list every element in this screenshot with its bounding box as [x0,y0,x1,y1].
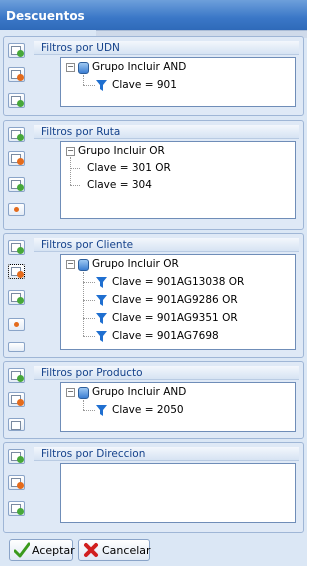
direccion-remove-filter-button[interactable] [8,475,25,490]
tree-group[interactable]: Grupo Incluir OR [92,258,179,270]
direccion-panel-header: Filtros por Direccion [34,447,299,461]
funnel-icon [96,295,107,306]
funnel-icon [96,331,107,342]
accept-button[interactable]: Aceptar [9,539,75,561]
funnel-icon [96,80,107,91]
expand-toggle[interactable]: − [66,388,75,397]
producto-edit-filter-button[interactable] [8,418,25,431]
section-udn: Filtros por UDN − Grupo Incluir AND Clav… [3,36,304,116]
cliente-more-button[interactable] [8,342,25,352]
udn-add-filter-button[interactable] [8,43,25,58]
section-producto: Filtros por Producto − Grupo Incluir AND… [3,361,304,439]
ruta-edit-filter-button[interactable] [8,177,25,192]
tree-item[interactable]: Clave = 901AG9351 OR [112,312,238,324]
tree-item[interactable]: Clave = 901 [112,79,177,91]
ruta-toolbar [4,121,28,229]
database-icon [78,387,89,399]
check-icon [13,542,31,558]
database-icon [78,62,89,74]
tree-item[interactable]: Clave = 2050 [112,404,184,416]
ruta-delete-button[interactable] [8,203,25,216]
udn-tree[interactable]: − Grupo Incluir AND Clave = 901 [60,57,296,107]
udn-remove-filter-button[interactable] [8,67,25,82]
section-direccion: Filtros por Direccion [3,442,304,533]
tree-group[interactable]: Grupo Incluir OR [78,145,165,157]
ruta-add-filter-button[interactable] [8,127,25,142]
window-title: Descuentos [0,0,307,30]
section-cliente: Filtros por Cliente − Grupo Incluir OR C… [3,233,304,358]
producto-add-filter-button[interactable] [8,368,25,383]
edit-filter-icon [11,421,21,430]
funnel-icon [96,313,107,324]
direccion-tree[interactable] [60,463,296,523]
cancel-button[interactable]: Cancelar [78,539,151,561]
accept-label: Aceptar [32,544,75,557]
database-icon [78,259,89,271]
tree-item[interactable]: Clave = 901AG7698 [112,330,219,342]
producto-tree[interactable]: − Grupo Incluir AND Clave = 2050 [60,382,296,432]
funnel-icon [96,405,107,416]
expand-toggle[interactable]: − [66,147,75,156]
producto-remove-filter-button[interactable] [8,392,25,407]
tree-item[interactable]: Clave = 304 [87,179,152,191]
tree-group[interactable]: Grupo Incluir AND [92,61,186,73]
cliente-delete-button[interactable] [8,318,25,331]
direccion-edit-filter-button[interactable] [8,501,25,516]
section-ruta: Filtros por Ruta − Grupo Incluir OR Clav… [3,120,304,230]
delete-icon [14,207,19,212]
cancel-label: Cancelar [102,544,151,557]
expand-toggle[interactable]: − [66,260,75,269]
tree-item[interactable]: Clave = 901AG9286 OR [112,294,238,306]
cliente-tree[interactable]: − Grupo Incluir OR Clave = 901AG13038 OR… [60,254,296,350]
udn-panel-header: Filtros por UDN [34,41,299,55]
cliente-panel-header: Filtros por Cliente [34,238,299,252]
delete-icon [14,322,19,327]
udn-toolbar [4,37,28,115]
direccion-toolbar [4,443,28,532]
ruta-tree[interactable]: − Grupo Incluir OR Clave = 301 OR Clave … [60,141,296,219]
tree-item[interactable]: Clave = 901AG13038 OR [112,276,244,288]
cliente-remove-filter-button[interactable] [8,264,25,279]
tree-item[interactable]: Clave = 301 OR [87,162,171,174]
ruta-panel-header: Filtros por Ruta [34,125,299,139]
cliente-add-filter-button[interactable] [8,240,25,255]
expand-toggle[interactable]: − [66,63,75,72]
producto-toolbar [4,362,28,438]
tree-group[interactable]: Grupo Incluir AND [92,386,186,398]
cliente-edit-filter-button[interactable] [8,290,25,305]
cliente-toolbar [4,234,28,357]
ruta-remove-filter-button[interactable] [8,151,25,166]
x-icon [83,542,99,558]
direccion-add-filter-button[interactable] [8,449,25,464]
dialog-buttons: Aceptar Cancelar [3,537,304,564]
descuentos-window: Descuentos Filtros por UDN − Grupo Inclu… [0,0,307,566]
producto-panel-header: Filtros por Producto [34,366,299,380]
funnel-icon [96,277,107,288]
udn-edit-filter-button[interactable] [8,93,25,108]
